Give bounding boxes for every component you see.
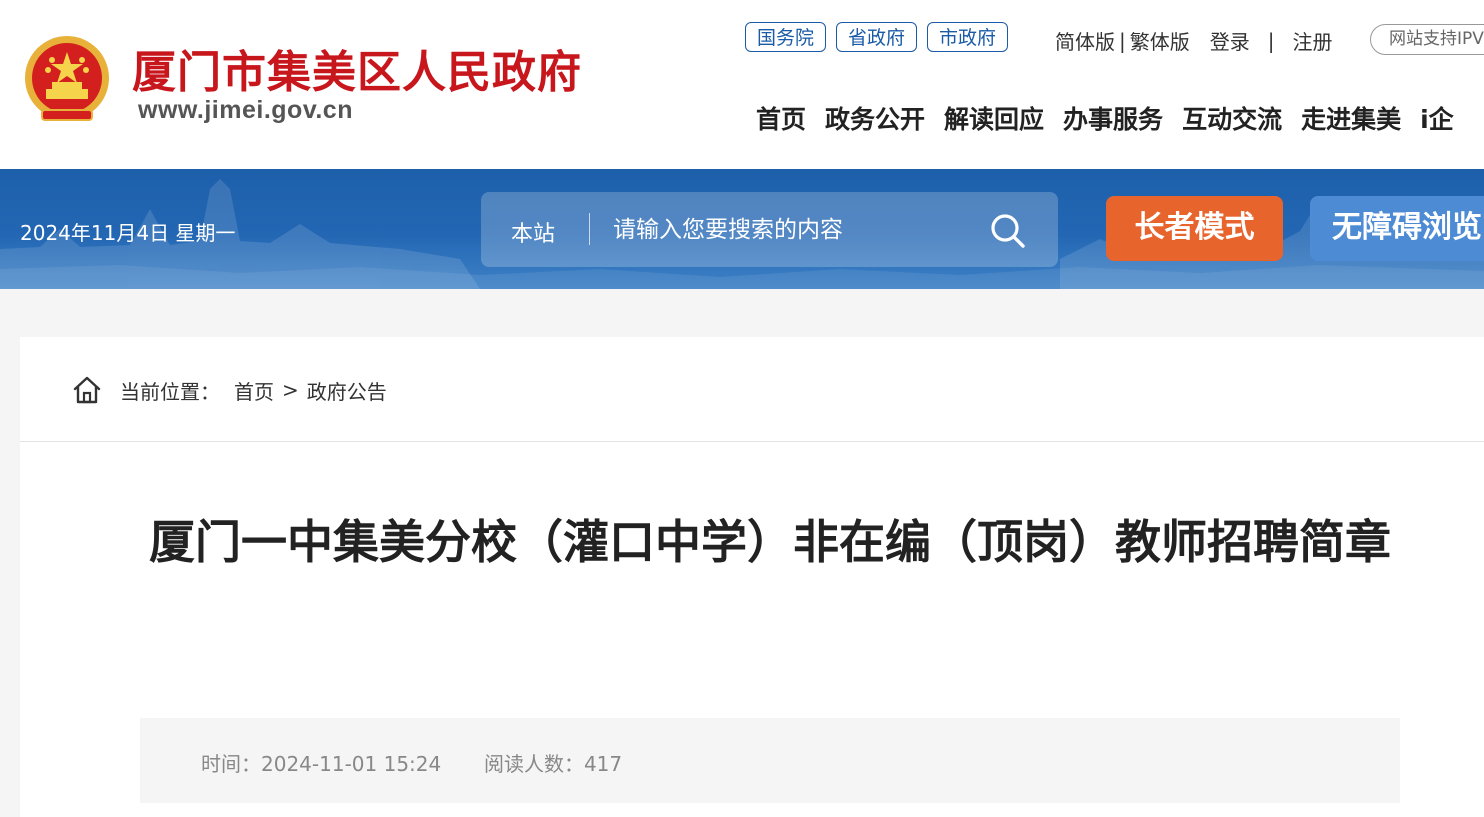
- publish-time-value: 2024-11-01 15:24: [261, 752, 442, 776]
- search-icon[interactable]: [989, 212, 1027, 250]
- search-scope-selector[interactable]: 本站: [511, 216, 555, 248]
- site-url: www.jimei.gov.cn: [138, 96, 353, 124]
- nav-government-affairs[interactable]: 政务公开: [825, 100, 925, 136]
- site-header: 厦门市集美区人民政府 www.jimei.gov.cn 国务院 省政府 市政府 …: [0, 0, 1484, 169]
- elder-mode-button[interactable]: 长者模式: [1106, 196, 1283, 261]
- nav-home[interactable]: 首页: [756, 100, 806, 136]
- breadcrumb-divider: [20, 441, 1484, 442]
- gov-link-state-council[interactable]: 国务院: [745, 22, 827, 52]
- site-name: 厦门市集美区人民政府: [132, 47, 582, 98]
- banner: 2024年11月4日 星期一 本站 长者模式 无障碍浏览: [0, 169, 1484, 289]
- view-count-label: 阅读人数：: [483, 752, 584, 776]
- breadcrumb-label: 当前位置：: [120, 379, 220, 404]
- nav-about-jimei[interactable]: 走进集美: [1301, 100, 1401, 136]
- traditional-chinese-link[interactable]: 繁体版: [1130, 26, 1190, 55]
- nav-interpretation[interactable]: 解读回应: [944, 100, 1044, 136]
- view-count-value: 417: [583, 752, 623, 776]
- nav-i-enterprise[interactable]: i企: [1420, 100, 1454, 136]
- current-date: 2024年11月4日 星期一: [20, 221, 236, 245]
- gov-link-city[interactable]: 市政府: [927, 22, 1009, 52]
- register-link[interactable]: 注册: [1293, 26, 1333, 55]
- publish-time-label: 时间：: [201, 752, 261, 776]
- main-nav: 首页 政务公开 解读回应 办事服务 互动交流 走进集美 i企: [756, 100, 1454, 136]
- search-box: 本站: [481, 192, 1058, 267]
- breadcrumb-current-link[interactable]: 政府公告: [307, 376, 387, 405]
- article-meta: 时间：2024-11-01 15:24 阅读人数：417: [140, 718, 1400, 803]
- nav-services[interactable]: 办事服务: [1063, 100, 1163, 136]
- top-utility-bar: 简体版 | 繁体版 登录 | 注册: [1055, 26, 1333, 55]
- login-separator: |: [1267, 28, 1275, 53]
- article-title: 厦门一中集美分校（灌口中学）非在编（顶岗）教师招聘简章: [149, 515, 1391, 569]
- nav-interaction[interactable]: 互动交流: [1182, 100, 1282, 136]
- simplified-chinese-link[interactable]: 简体版: [1055, 26, 1115, 55]
- search-input[interactable]: [611, 209, 975, 251]
- breadcrumb: 当前位置： 首页 > 政府公告: [72, 375, 387, 405]
- article-container: 当前位置： 首页 > 政府公告 厦门一中集美分校（灌口中学）非在编（顶岗）教师招…: [20, 337, 1484, 817]
- breadcrumb-home-link[interactable]: 首页: [234, 376, 274, 405]
- national-emblem-logo: [25, 36, 109, 121]
- ipv6-badge: 网站支持IPV6: [1370, 24, 1484, 55]
- version-separator: |: [1119, 28, 1126, 53]
- breadcrumb-arrow: >: [282, 378, 299, 402]
- home-icon: [73, 376, 101, 404]
- gov-links: 国务院 省政府 市政府: [745, 22, 1009, 52]
- accessibility-button[interactable]: 无障碍浏览: [1310, 196, 1484, 261]
- gov-link-province[interactable]: 省政府: [836, 22, 918, 52]
- search-divider: [589, 213, 590, 245]
- login-link[interactable]: 登录: [1210, 26, 1250, 55]
